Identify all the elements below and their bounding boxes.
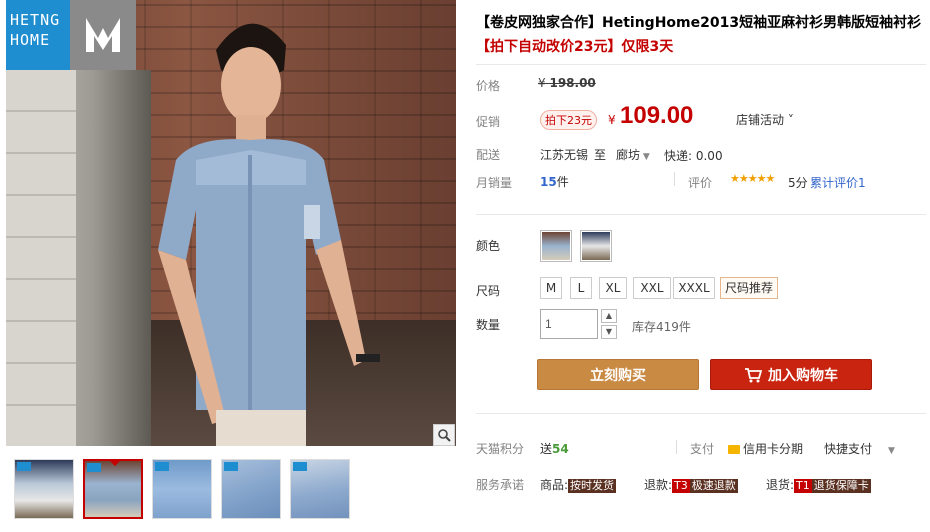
thumbnail-5[interactable] — [290, 459, 350, 519]
discount-badge: 拍下23元 — [540, 110, 597, 130]
color-swatch-1[interactable] — [540, 230, 572, 262]
promotion-label: 促销 — [476, 115, 501, 129]
service-refund: 退款: T3 极速退款 — [644, 478, 738, 493]
quantity-increase-icon[interactable]: ▲ — [601, 309, 617, 323]
stock-count: 库存419件 — [632, 320, 691, 334]
review-label: 评价 — [688, 176, 713, 190]
brand-logo-text: HETNG HOME — [6, 0, 70, 70]
monthly-sales-label: 月销量 — [476, 176, 513, 190]
chevron-down-icon: ˅ — [784, 113, 794, 127]
review-count-link[interactable]: 累计评价1 — [810, 174, 866, 191]
original-price: ¥ 198.00 — [538, 76, 596, 90]
payment-label: 支付 — [690, 442, 715, 456]
divider — [476, 413, 926, 414]
size-option-l[interactable]: L — [570, 277, 592, 299]
points-value: 送54 — [540, 442, 569, 456]
rating-stars-icon: ★★★★★ — [730, 172, 775, 185]
buy-now-button[interactable]: 立刻购买 — [537, 359, 699, 390]
color-label: 颜色 — [476, 239, 501, 253]
currency-symbol: ¥ — [608, 113, 616, 127]
size-option-xxl[interactable]: XXL — [633, 277, 671, 299]
size-option-xxxl[interactable]: XXXL — [673, 277, 715, 299]
quantity-label: 数量 — [476, 318, 501, 332]
service-goods: 商品: 按时发货 — [540, 478, 617, 493]
add-to-cart-button[interactable]: 加入购物车 — [710, 359, 872, 390]
thumbnail-3[interactable] — [152, 459, 212, 519]
thumbnail-1[interactable] — [14, 459, 74, 519]
ship-to-word: 至 — [594, 148, 607, 162]
product-title: 【卷皮网独家合作】HetingHome2013短袖亚麻衬衫男韩版短袖衬衫 — [476, 15, 922, 31]
store-activity-dropdown[interactable]: 店铺活动 ˅ — [736, 111, 794, 128]
cart-icon — [745, 367, 762, 382]
credit-card-installment[interactable]: 信用卡分期 — [728, 440, 803, 457]
shipping-fee: 快递: 0.00 — [664, 149, 723, 163]
service-label: 服务承诺 — [476, 478, 525, 492]
brand-logo: HETNG HOME — [6, 0, 136, 70]
promotion-price: 109.00 — [620, 102, 694, 129]
quantity-decrease-icon[interactable]: ▼ — [601, 325, 617, 339]
size-recommend-link[interactable]: 尺码推荐 — [720, 277, 779, 299]
zoom-icon[interactable] — [433, 424, 455, 446]
quantity-input[interactable] — [540, 309, 598, 339]
main-product-image[interactable]: HETNG HOME — [6, 0, 456, 446]
thumbnail-4[interactable] — [221, 459, 281, 519]
size-option-xl[interactable]: XL — [599, 277, 627, 299]
rating-score: 5分 — [788, 176, 808, 190]
divider — [476, 64, 926, 65]
service-return: 退货: T1 退货保障卡 — [766, 478, 871, 493]
ship-from: 江苏无锡 — [540, 148, 589, 162]
destination-select[interactable]: 廊坊 ▼ — [616, 146, 650, 163]
shipping-label: 配送 — [476, 148, 501, 162]
brand-logo-mark — [70, 0, 136, 70]
caret-down-icon: ▼ — [640, 152, 650, 162]
product-page: HETNG HOME 【卷皮网独家合作】HetingHome2013短袖亚麻衬衫… — [0, 0, 930, 532]
points-label: 天猫积分 — [476, 442, 525, 456]
quick-pay[interactable]: 快捷支付 ▼ — [824, 440, 895, 457]
product-gallery: HETNG HOME — [6, 0, 456, 532]
thumbnail-list — [14, 459, 350, 519]
divider — [476, 214, 926, 215]
caret-down-icon: ▼ — [888, 446, 895, 456]
credit-card-icon — [728, 445, 740, 454]
promo-text: 【拍下自动改价23元】仅限3天 — [476, 39, 674, 55]
size-label: 尺码 — [476, 284, 501, 298]
price-label: 价格 — [476, 79, 501, 93]
color-swatch-2[interactable] — [580, 230, 612, 262]
size-option-m[interactable]: M — [540, 277, 562, 299]
thumbnail-2[interactable] — [83, 459, 143, 519]
model-figure — [158, 23, 380, 446]
monthly-sales-count: 15件 — [540, 175, 569, 189]
